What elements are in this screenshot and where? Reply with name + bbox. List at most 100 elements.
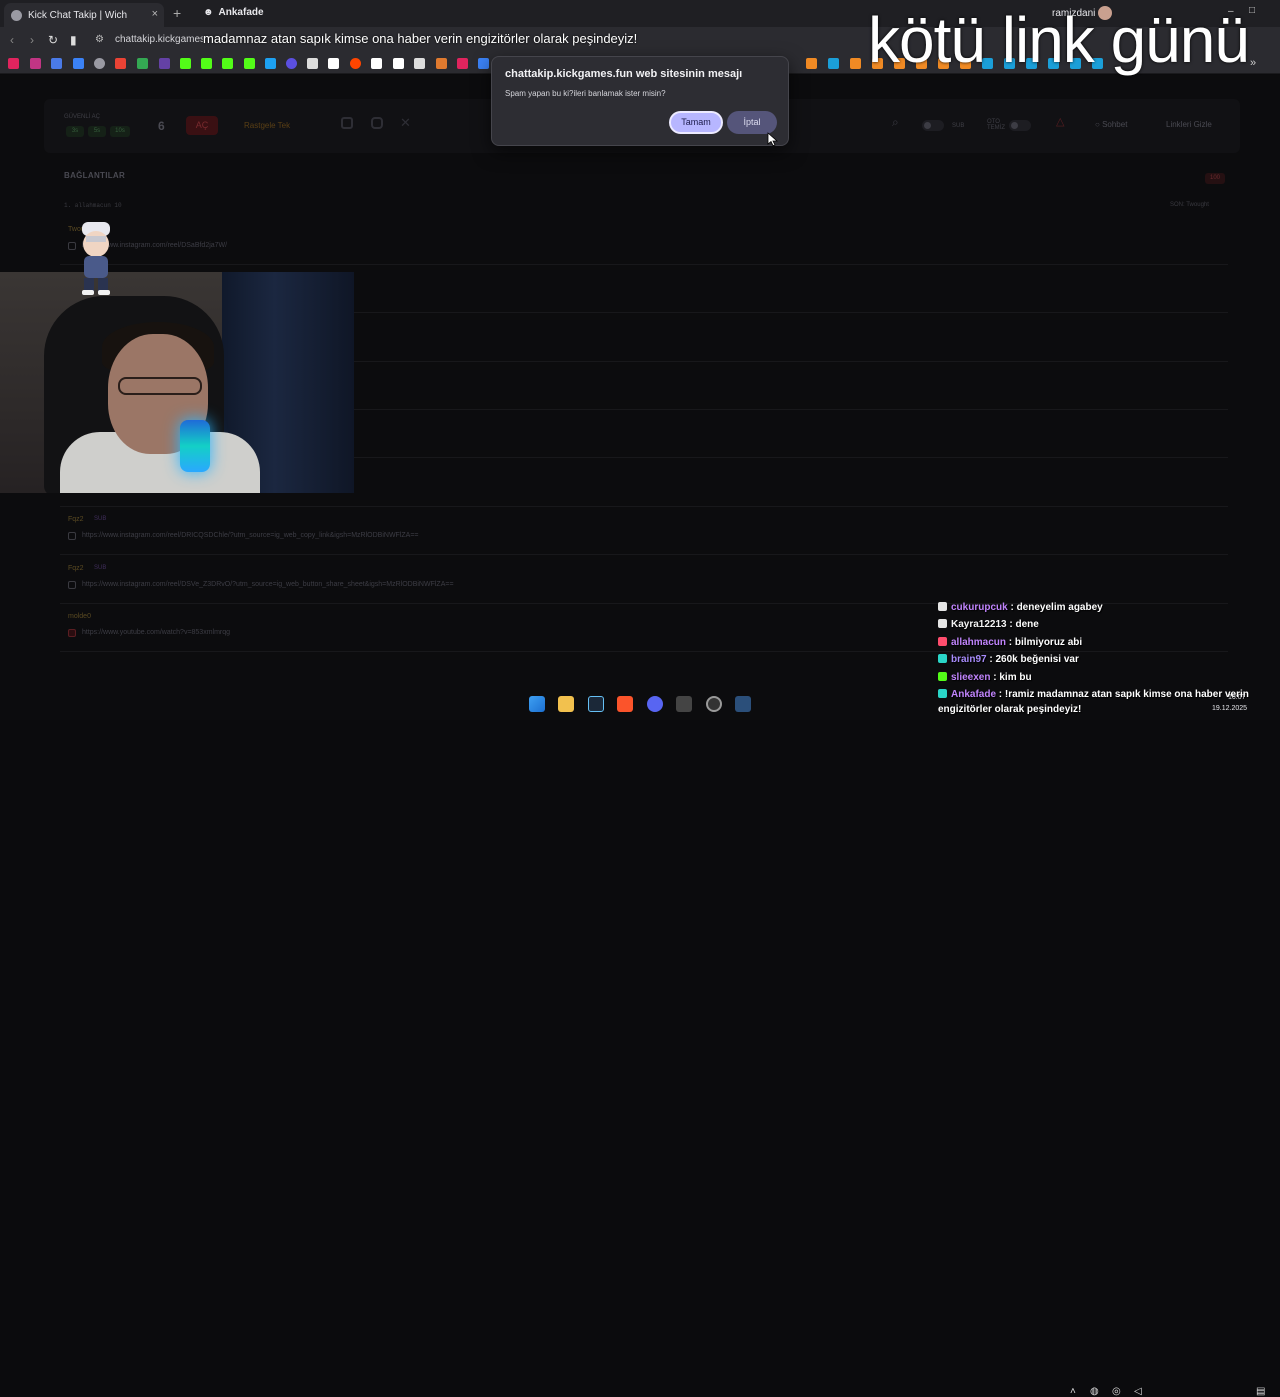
bookmark-icon[interactable] — [8, 58, 19, 69]
sub-toggle[interactable] — [922, 120, 944, 131]
linkleri-gizle-button[interactable]: Linkleri Gizle — [1166, 120, 1212, 129]
dialog-message: Spam yapan bu ki?ileri banlamak ister mi… — [505, 89, 666, 98]
chat-message: allahmacun : bilmiyoruz abi — [938, 637, 1082, 648]
kick-icon[interactable] — [244, 58, 255, 69]
bookmark-icon[interactable] — [307, 58, 318, 69]
kick-icon[interactable] — [201, 58, 212, 69]
kick-badge-icon — [938, 672, 947, 681]
new-tab-button[interactable]: + — [173, 5, 181, 21]
bookmark-icon[interactable] — [393, 58, 404, 69]
tray-chevron-icon[interactable]: ˄ — [1070, 1386, 1076, 1397]
youtube-icon — [68, 629, 76, 637]
tray-icon[interactable]: ◍ — [1090, 1386, 1099, 1397]
x-icon[interactable] — [328, 58, 339, 69]
chat-message: cukurupcuk : deneyelim agabey — [938, 602, 1103, 613]
link-url[interactable]: https://www.instagram.com/reel/DSVe_Z3DR… — [82, 581, 454, 588]
youtube-icon[interactable] — [341, 117, 353, 129]
steam-icon[interactable] — [828, 58, 839, 69]
timer-10s-button[interactable]: 10s — [110, 126, 130, 137]
more-bookmarks-icon[interactable]: » — [1250, 57, 1256, 69]
bookmark-icon[interactable] — [371, 58, 382, 69]
link-username: Fqz2 — [68, 516, 84, 523]
maximize-icon[interactable]: □ — [1249, 5, 1255, 16]
chat-username: allahmacun — [951, 637, 1007, 648]
clock-date: 19.12.2025 — [1212, 705, 1248, 712]
timer-3s-button[interactable]: 3s — [66, 126, 84, 137]
bookmark-icon[interactable] — [265, 58, 276, 69]
kick-badge-icon — [938, 637, 947, 646]
bookmark-icon[interactable] — [436, 58, 447, 69]
obs-icon[interactable] — [706, 696, 722, 712]
brave-icon[interactable] — [617, 696, 633, 712]
bookmark-icon[interactable] — [850, 58, 861, 69]
notification-icon[interactable]: ▤ — [1256, 1386, 1265, 1397]
tab-profile-label: Ankafade — [218, 7, 264, 18]
bookmark-icon[interactable]: ▮ — [70, 33, 77, 47]
globe-icon[interactable] — [94, 58, 105, 69]
bookmark-icon[interactable] — [478, 58, 489, 69]
link-url[interactable]: https://www.instagram.com/reel/DRICQSDCh… — [82, 532, 419, 539]
app-icon[interactable] — [676, 696, 692, 712]
app-icon[interactable] — [735, 696, 751, 712]
ac-button[interactable]: AÇ — [186, 116, 218, 135]
translate-icon[interactable] — [73, 58, 84, 69]
chat-text: : deneyelim agabey — [1007, 602, 1103, 613]
sohbet-button[interactable]: ○ Sohbet — [1095, 120, 1127, 129]
bookmark-icon[interactable] — [806, 58, 817, 69]
kick-icon[interactable] — [180, 58, 191, 69]
sort-row: SON: Twought — [1170, 202, 1209, 208]
bookmark-icon[interactable] — [286, 58, 297, 69]
chat-text: : dene — [1006, 619, 1039, 630]
person-icon: ☻ — [203, 7, 214, 18]
drive-icon[interactable] — [137, 58, 148, 69]
file-explorer-icon[interactable] — [558, 696, 574, 712]
instagram-icon[interactable] — [30, 58, 41, 69]
iptal-button[interactable]: İptal — [727, 111, 777, 134]
x-icon[interactable]: ✕ — [400, 115, 411, 131]
site-info-icon[interactable]: ⚙ — [95, 34, 104, 45]
windows-start-icon[interactable] — [529, 696, 545, 712]
search-icon[interactable]: ⌕ — [892, 115, 899, 130]
tamam-button[interactable]: Tamam — [669, 111, 723, 134]
twitch-icon[interactable] — [159, 58, 170, 69]
address-bar[interactable]: chattakip.kickgames.fun — [115, 34, 203, 45]
steam-icon[interactable] — [588, 696, 604, 712]
bookmark-icon[interactable] — [51, 58, 62, 69]
taskbar: ˄ ◍ ◎ ◁ ▤ — [0, 688, 1280, 1397]
alert-icon[interactable]: △ — [1056, 115, 1064, 128]
bookmark-icon[interactable] — [457, 58, 468, 69]
cursor-icon — [767, 132, 779, 146]
tab-kick-chat-takip[interactable]: Kick Chat Takip | Wich × — [4, 3, 164, 27]
tab-title: Kick Chat Takip | Wich — [28, 9, 128, 21]
chat-message: brain97 : 260k beğenisi var — [938, 654, 1079, 665]
steam-tray-icon[interactable]: ◎ — [1112, 1386, 1121, 1397]
chat-username: slieexen — [951, 672, 991, 683]
link-row[interactable]: Fqz2 SUB https://www.instagram.com/reel/DR… — [60, 511, 1228, 555]
instagram-icon — [68, 532, 76, 540]
discord-icon[interactable] — [647, 696, 663, 712]
chat-message: slieexen : kim bu — [938, 672, 1032, 683]
reddit-icon[interactable] — [350, 58, 361, 69]
kick-badge-icon — [938, 654, 947, 663]
link-url[interactable]: https://www.youtube.com/watch?v=853xmlmr… — [82, 629, 230, 636]
link-row[interactable]: Twought https://www.instagram.com/reel/DS… — [60, 221, 1228, 265]
kick-icon[interactable] — [222, 58, 233, 69]
alert-overlay-text: madamnaz atan sapık kimse ona haber veri… — [203, 31, 638, 46]
link-username: Fqz2 — [68, 565, 84, 572]
reload-icon[interactable]: ↻ — [48, 33, 58, 47]
volume-icon[interactable]: ◁ — [1134, 1386, 1142, 1397]
oto-temiz-toggle[interactable] — [1009, 120, 1031, 131]
random-button[interactable]: Rastgele Tek — [244, 121, 290, 130]
back-icon[interactable]: ‹ — [10, 33, 14, 47]
tab-close-icon[interactable]: × — [152, 8, 158, 20]
gmail-icon[interactable] — [115, 58, 126, 69]
chat-username: Kayra12213 — [951, 619, 1007, 630]
tab-ankafade[interactable]: ☻ Ankafade — [203, 7, 264, 18]
forward-icon[interactable]: › — [30, 33, 34, 47]
dialog-title: chattakip.kickgames.fun web sitesinin me… — [505, 68, 743, 80]
instagram-icon[interactable] — [371, 117, 383, 129]
oto-temiz-label: OTO TEMİZ — [987, 119, 1005, 131]
bookmark-icon[interactable] — [414, 58, 425, 69]
timer-5s-button[interactable]: 5s — [88, 126, 106, 137]
kick-badge-icon — [938, 619, 947, 628]
